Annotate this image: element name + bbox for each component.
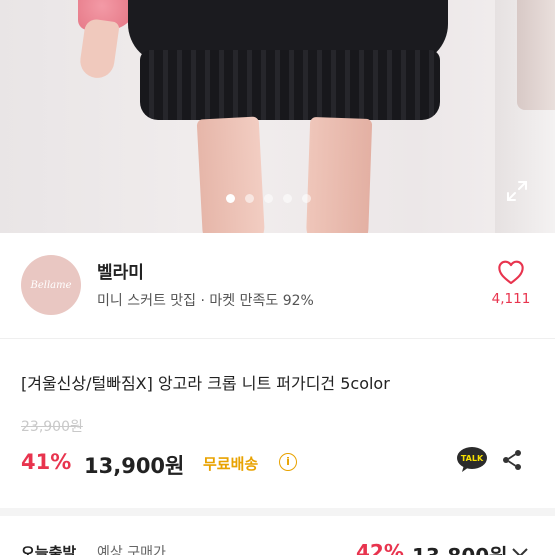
kakao-talk-icon[interactable]: TALK [456, 446, 488, 474]
original-price: 23,900원 [21, 419, 83, 435]
chevron-down-icon[interactable] [510, 546, 530, 555]
pager-dot[interactable] [245, 194, 254, 203]
pager-dot[interactable] [302, 194, 311, 203]
expected-price-label: 예상 구매가 [97, 545, 166, 555]
seller-logo[interactable]: Bellame [21, 255, 81, 315]
option-summary-bar[interactable]: 오늘출발 예상 구매가 42% 13,800원 [0, 524, 555, 555]
pager-dot[interactable] [283, 194, 292, 203]
expand-icon[interactable] [505, 179, 529, 203]
pager-dot[interactable] [264, 194, 273, 203]
section-divider [0, 508, 555, 516]
product-title: [겨울신상/털빠짐X] 앙고라 크롭 니트 퍼가디건 5color [21, 374, 390, 393]
sale-price: 13,900원 [84, 454, 185, 478]
image-pager[interactable] [226, 194, 311, 203]
heart-icon[interactable] [497, 259, 525, 285]
seller-name[interactable]: 벨라미 [97, 258, 144, 283]
seller-logo-text: Bellame [30, 279, 72, 291]
bottom-discount-rate: 42% [356, 540, 404, 555]
pager-dot[interactable] [226, 194, 235, 203]
seller-subtitle: 미니 스커트 맛집 · 마켓 만족도 92% [97, 293, 314, 309]
seller-row[interactable]: Bellame 벨라미 미니 스커트 맛집 · 마켓 만족도 92% 4,111 [0, 233, 555, 339]
product-image[interactable] [0, 0, 555, 233]
share-icon[interactable] [500, 448, 524, 472]
like-count: 4,111 [491, 291, 531, 307]
shipping-label: 무료배송 [203, 455, 259, 473]
info-icon[interactable]: i [279, 453, 297, 471]
bottom-price: 13,800원 [412, 540, 508, 555]
discount-rate: 41% [21, 450, 72, 474]
delivery-label: 오늘출발 [21, 544, 77, 555]
svg-text:TALK: TALK [461, 454, 484, 463]
